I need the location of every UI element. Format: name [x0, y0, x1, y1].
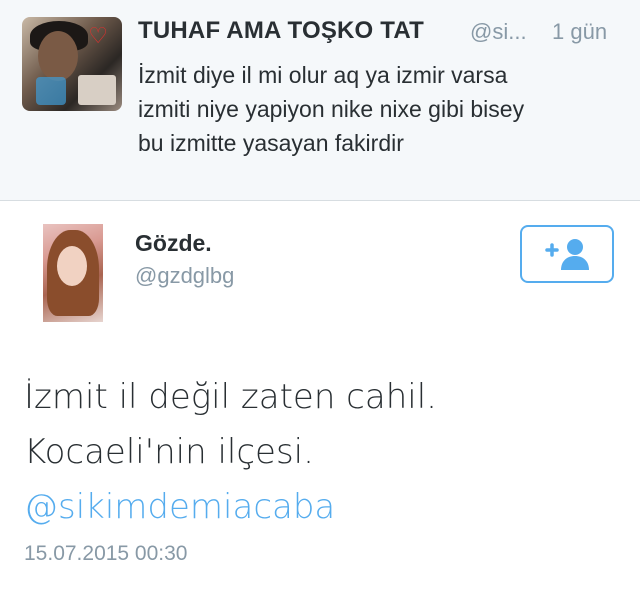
author-name[interactable]: TUHAF AMA TOŞKO TAT — [138, 17, 424, 45]
avatar-face — [57, 246, 87, 286]
quoted-tweet[interactable]: ♡ TUHAF AMA TOŞKO TAT @si... 1 gün İzmit… — [0, 0, 640, 201]
author-name[interactable]: Gözde. — [135, 230, 212, 257]
tweet-text-line: bu izmitte yasayan fakirdir — [138, 130, 404, 156]
tweet-timestamp: 1 gün — [552, 19, 608, 44]
tweet-text: İzmit il değil zaten cahil. Kocaeli'nin … — [24, 370, 437, 535]
tweet-text-line: İzmit il değil zaten cahil. — [24, 377, 437, 417]
avatar[interactable]: ♡ — [22, 17, 122, 111]
heart-icon: ♡ — [88, 23, 108, 48]
avatar-sticker — [36, 77, 66, 105]
avatar[interactable] — [43, 224, 103, 322]
tweet-text: İzmit diye il mi olur aq ya izmir varsa … — [138, 58, 628, 160]
mention-link[interactable]: @sikimdemiacaba — [24, 480, 437, 535]
tweet-text-line: Kocaeli'nin ilçesi. — [24, 432, 314, 472]
avatar-inset-photo — [78, 75, 116, 105]
author-handle[interactable]: @gzdglbg — [135, 263, 234, 289]
follow-button[interactable] — [520, 225, 614, 283]
author-handle[interactable]: @si... — [470, 19, 527, 45]
add-user-icon — [545, 239, 589, 270]
avatar-face — [38, 31, 78, 81]
tweet-text-line: izmiti niye yapiyon nike nixe gibi bisey — [138, 96, 525, 122]
tweet-text-line: İzmit diye il mi olur aq ya izmir varsa — [138, 62, 508, 88]
tweet-timestamp: 15.07.2015 00:30 — [24, 542, 188, 565]
